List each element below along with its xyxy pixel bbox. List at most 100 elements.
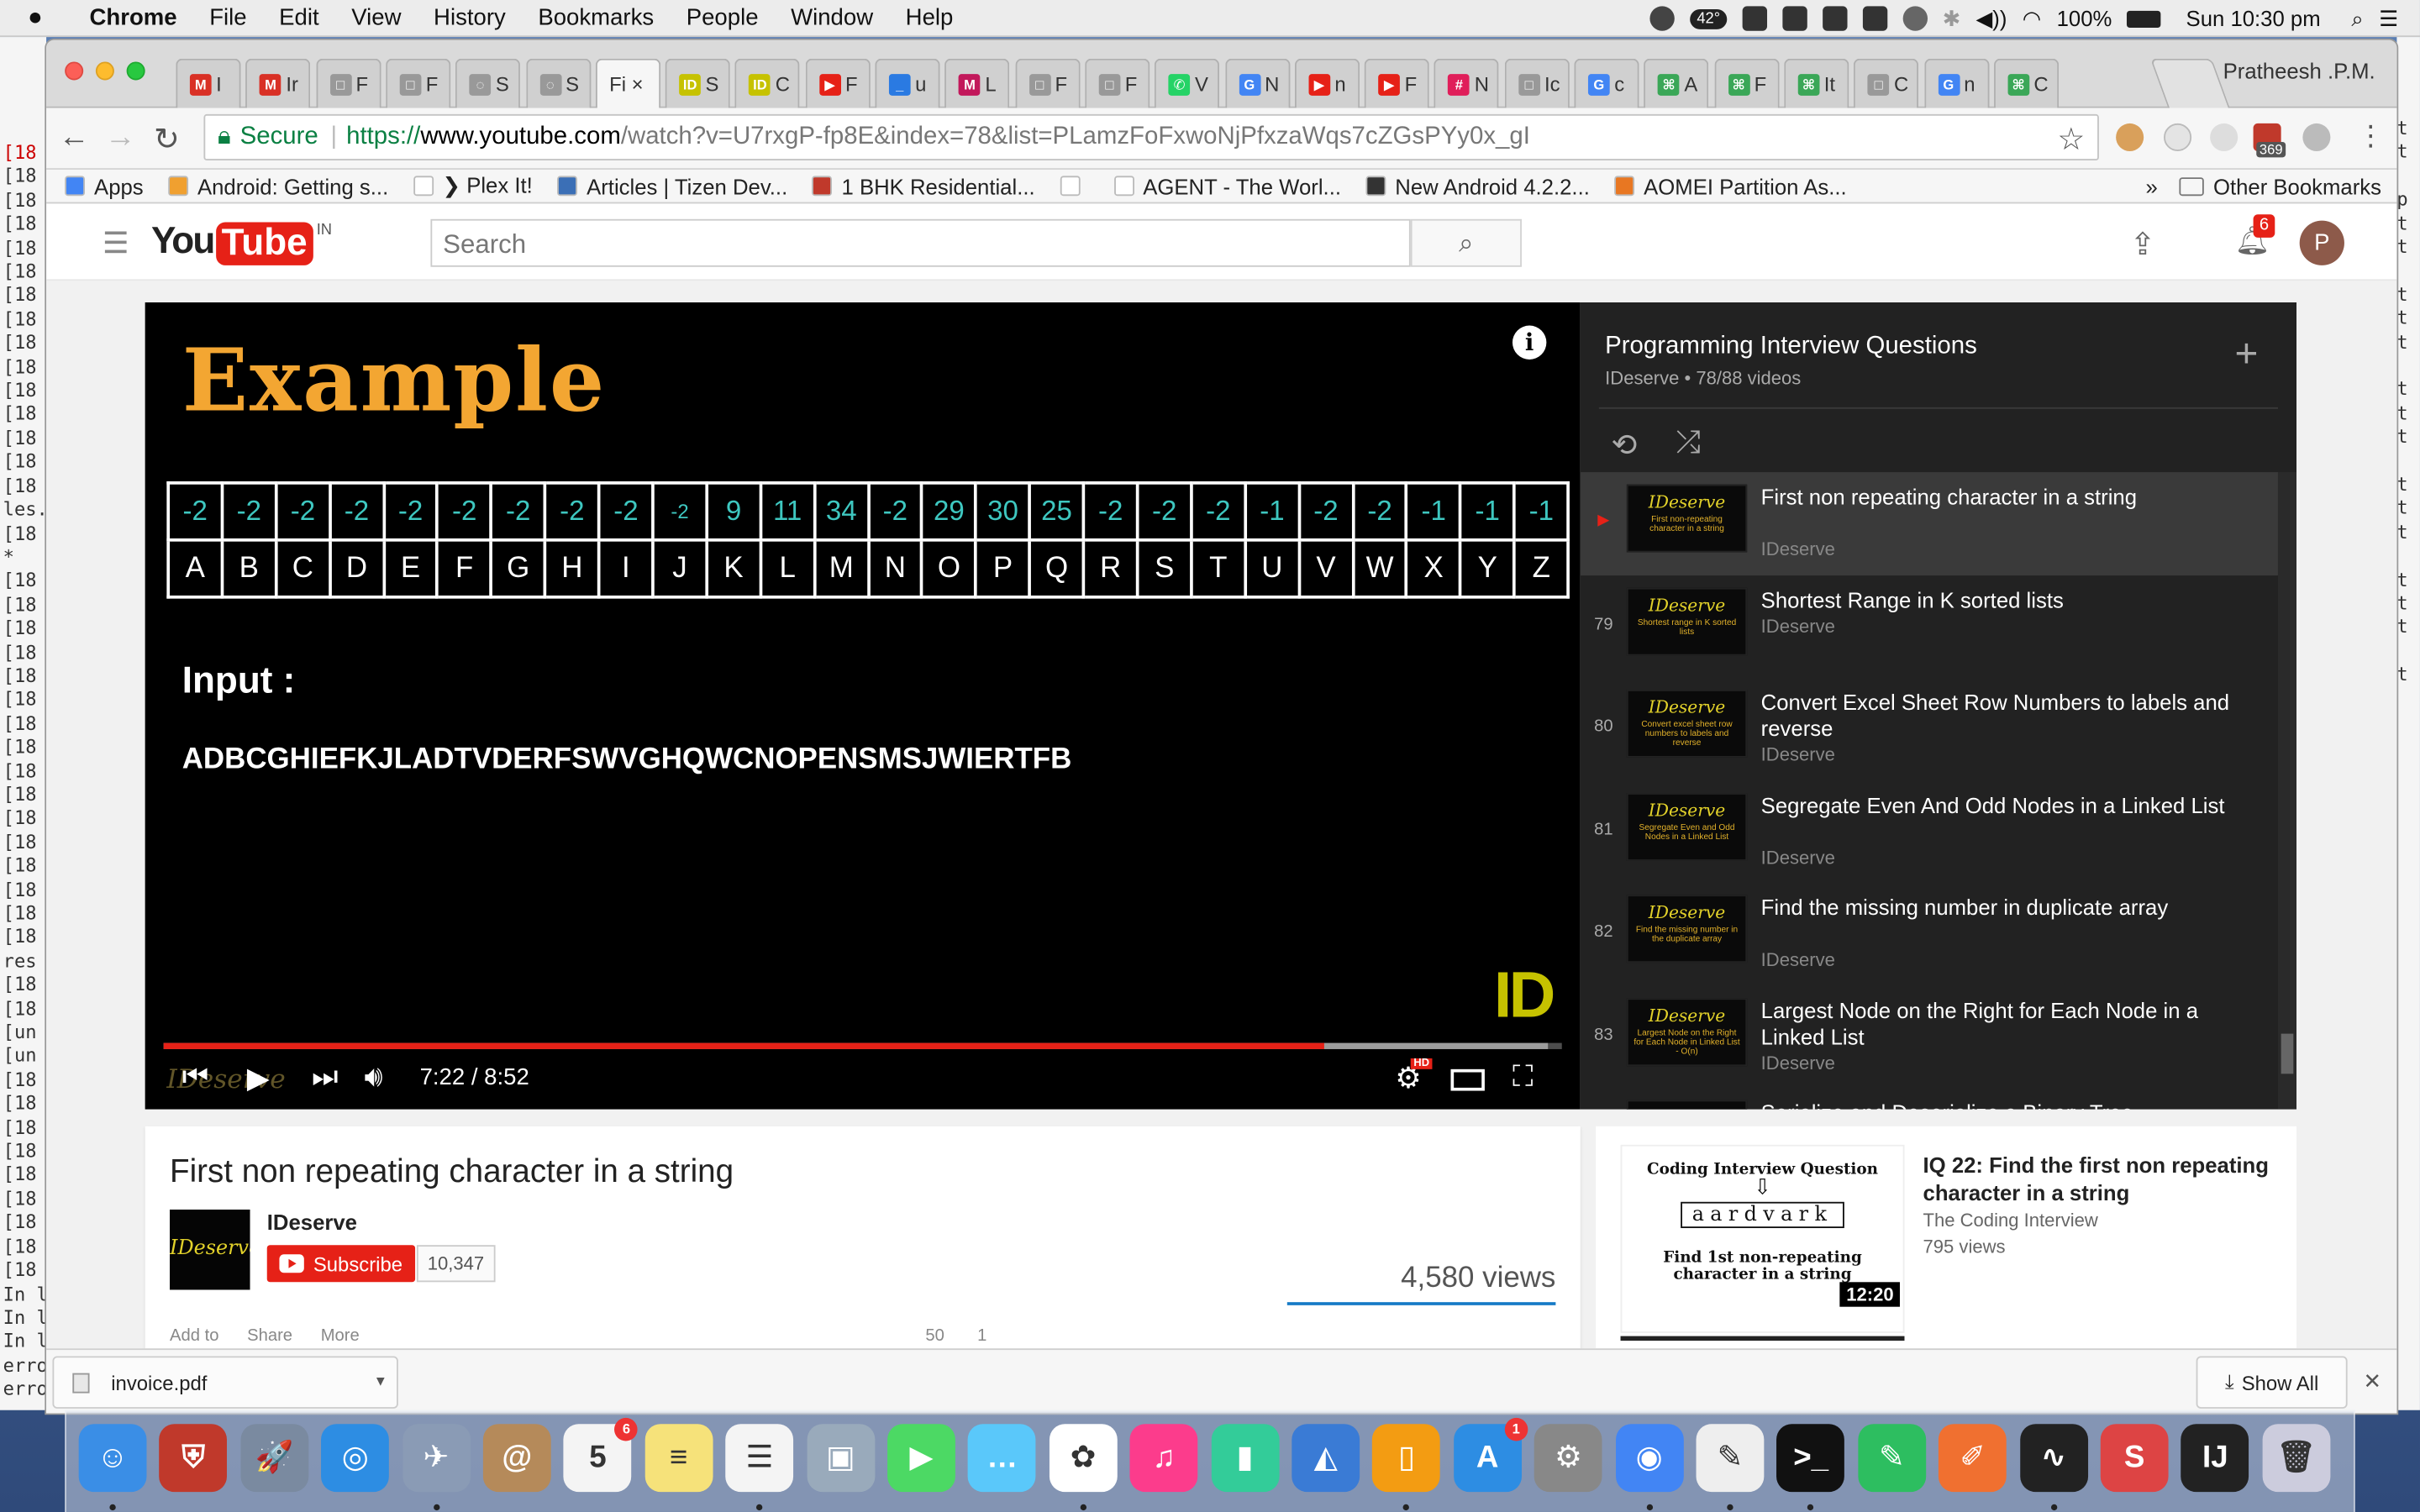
battery-percent[interactable]: 100% (2057, 6, 2112, 30)
address-bar[interactable]: 🔒︎ Secure | https:// www.youtube.com /wa… (203, 113, 2099, 161)
menu-history[interactable]: History (434, 5, 506, 31)
playlist-thumbnail[interactable]: IDeserve Convert excel sheet row numbers … (1626, 690, 1748, 758)
cookie-extension-icon[interactable] (2116, 123, 2144, 151)
browser-tab[interactable]: □ F (1014, 58, 1080, 108)
next-icon[interactable]: ⏭ (312, 1062, 338, 1095)
browser-tab[interactable]: ✆ V (1155, 58, 1220, 108)
battery-icon[interactable] (2127, 9, 2162, 28)
terminal-dock-icon[interactable]: >_ (1776, 1424, 1845, 1493)
profile-name[interactable]: Pratheesh .P.M. (2223, 59, 2375, 83)
playlist-thumbnail[interactable]: IDeserve Largest Node on the Right for Ea… (1626, 997, 1748, 1066)
avatar[interactable]: P (2299, 220, 2344, 265)
notification-center-icon[interactable]: ☰ (2379, 5, 2398, 31)
bookmark-item[interactable] (1060, 176, 1089, 197)
temperature-indicator[interactable]: 42° (1690, 8, 1727, 29)
browser-tab[interactable]: ID S (665, 58, 730, 108)
browser-tab[interactable]: # N (1434, 58, 1500, 108)
search-input[interactable]: Search (430, 218, 1411, 267)
spotlight-icon[interactable]: ⌕ (2351, 5, 2363, 31)
shield-status-icon[interactable] (1781, 6, 1807, 31)
show-all-downloads-button[interactable]: ⤓ Show All (2196, 1356, 2348, 1409)
browser-tab[interactable]: □ F (1084, 58, 1150, 108)
scrollbar-thumb[interactable] (2281, 1033, 2294, 1074)
related-title[interactable]: IQ 22: Find the first non repeating char… (1923, 1151, 2278, 1206)
playlist-item[interactable]: 84IDeserveSerialize and Deserialize a Bi… (1581, 1088, 2278, 1110)
related-channel[interactable]: The Coding Interview (1923, 1210, 2098, 1231)
playlist-thumbnail[interactable]: IDeserve Find the missing number in the d… (1626, 895, 1748, 963)
playlist-item[interactable]: 82 IDeserve Find the missing number in the… (1581, 883, 2278, 985)
new-tab-button[interactable] (2149, 58, 2230, 108)
browser-tab[interactable]: ▶ F (805, 58, 871, 108)
reload-button[interactable]: ↻ (148, 120, 185, 159)
browser-tab[interactable]: □ C (1854, 58, 1919, 108)
browser-tab[interactable]: ID C (734, 58, 801, 108)
browser-tab[interactable]: _ u (875, 58, 940, 108)
browser-tab[interactable]: ◌ S (525, 58, 591, 108)
related-video[interactable]: Coding Interview Question ⇩ aardvark Fin… (1596, 1126, 2297, 1349)
browser-tab[interactable]: Fi × (595, 58, 660, 108)
skype-extension-icon[interactable] (2302, 123, 2331, 151)
browser-tab[interactable]: □ F (315, 58, 381, 108)
related-thumbnail[interactable]: Coding Interview Question ⇩ aardvark Fin… (1620, 1144, 1905, 1333)
safari-dock-icon[interactable]: ◎ (321, 1424, 390, 1493)
calendar-dock-icon[interactable]: 56 (564, 1417, 639, 1493)
bookmark-item[interactable]: 1 BHK Residential... (812, 174, 1035, 198)
extension-icon[interactable] (2164, 123, 2192, 151)
adobe-status-icon[interactable] (1822, 6, 1847, 31)
app-store-dock-icon[interactable]: A1 (1453, 1417, 1528, 1493)
chrome-menu-icon[interactable]: ⋮ (2357, 120, 2385, 153)
channel-name[interactable]: IDeserve (267, 1210, 357, 1234)
back-button[interactable]: ← (55, 120, 92, 155)
browser-tab[interactable]: ⌘ It (1784, 58, 1849, 108)
apple-icon[interactable]: ● (28, 4, 59, 32)
photo-booth-dock-icon[interactable]: ▣ (806, 1424, 875, 1493)
clock[interactable]: Sun 10:30 pm (2186, 6, 2321, 30)
close-window-button[interactable] (65, 61, 84, 81)
playlist-thumbnail[interactable]: IDeserve First non-repeating character in… (1626, 484, 1748, 553)
system-preferences-dock-icon[interactable]: ⚙ (1534, 1424, 1602, 1493)
keynote-dock-icon[interactable]: ◭ (1292, 1424, 1360, 1493)
playlist-title[interactable]: Programming Interview Questions (1605, 333, 1977, 361)
security-dock-icon[interactable]: ⛨ (159, 1424, 228, 1493)
photos-dock-icon[interactable]: ✿ (1049, 1424, 1118, 1493)
intellij-dock-icon[interactable]: IJ (2181, 1424, 2249, 1493)
activity-monitor-dock-icon[interactable]: ∿ (2019, 1424, 2088, 1493)
info-card-icon[interactable]: i (1512, 325, 1547, 360)
browser-tab[interactable]: Gc (1574, 58, 1639, 108)
bookmark-item[interactable]: ❯ Plex It! (413, 173, 533, 199)
browser-tab[interactable]: ⌘ A (1644, 58, 1709, 108)
facetime-dock-icon[interactable]: ▶ (887, 1424, 955, 1493)
messages-dock-icon[interactable]: … (968, 1424, 1037, 1493)
browser-tab[interactable]: Gn (1923, 58, 1989, 108)
bookmark-item[interactable]: Android: Getting s... (168, 174, 388, 198)
playlist-item[interactable]: 80 IDeserve Convert excel sheet row number… (1581, 677, 2278, 780)
notes-dock-icon[interactable]: ≡ (644, 1424, 713, 1493)
launchpad-dock-icon[interactable]: 🚀 (240, 1424, 308, 1493)
close-shelf-icon[interactable]: ✕ (2363, 1368, 2381, 1394)
forward-button[interactable]: → (102, 120, 139, 155)
browser-tab[interactable]: GN (1224, 58, 1290, 108)
preview-dock-icon[interactable]: ✈ (402, 1424, 471, 1493)
dropbox-status-icon[interactable] (1862, 6, 1887, 31)
play-icon[interactable]: ▶ (247, 1062, 270, 1097)
playlist-thumbnail[interactable]: IDeserve Segregate Even and Odd Nodes in … (1626, 792, 1748, 860)
bookmark-star-icon[interactable]: ☆ (2057, 120, 2085, 159)
zoom-window-button[interactable] (126, 61, 145, 81)
playlist-thumbnail[interactable]: IDeserve Shortest range in K sorted lists (1626, 586, 1748, 655)
video-player[interactable]: Example i -2 -2 -2 -2 -2 -2 -2 -2 -2 -2 9 11 34 -2 29 3… (145, 302, 1581, 1110)
chevron-right-icon[interactable]: » (2146, 175, 2158, 199)
guide-menu-icon[interactable] (104, 231, 127, 260)
playlist-scrollbar[interactable] (2277, 472, 2297, 1110)
menu-help[interactable]: Help (906, 5, 954, 31)
bookmark-item[interactable]: New Android 4.2.2... (1365, 174, 1590, 198)
menu-file[interactable]: File (209, 5, 246, 31)
volume-icon[interactable]: 🔊︎ (364, 1062, 382, 1095)
menu-bookmarks[interactable]: Bookmarks (538, 5, 654, 31)
fullscreen-icon[interactable]: ⛶ (1512, 1062, 1533, 1095)
theater-mode-icon[interactable] (1450, 1068, 1485, 1091)
volume-icon[interactable]: ◀)) (1976, 5, 2007, 31)
sketch-pen-dock-icon[interactable]: ✐ (1939, 1424, 2007, 1493)
slack-like-dock-icon[interactable]: S (2100, 1424, 2169, 1493)
browser-tab[interactable]: ⌘ C (1993, 58, 2059, 108)
playlist-item[interactable]: 83 IDeserve Largest Node on the Right for … (1581, 985, 2278, 1088)
